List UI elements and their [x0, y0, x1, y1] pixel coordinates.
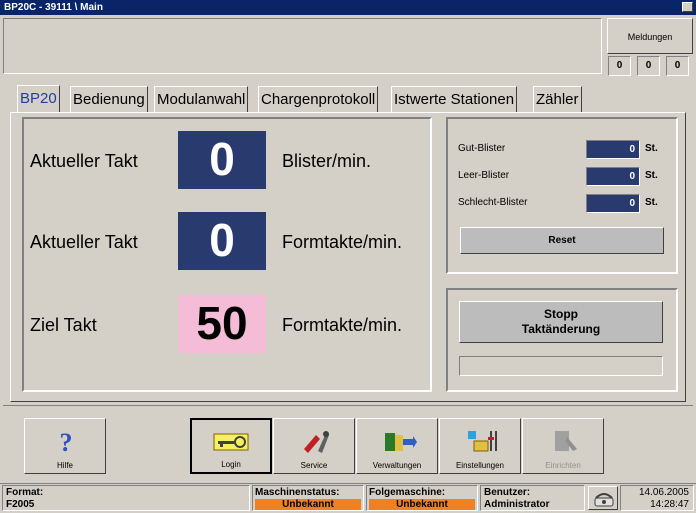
folders-icon: [357, 427, 437, 453]
format-value: F2005: [6, 499, 35, 510]
wrench-icon: [523, 427, 603, 453]
window-title-bar: BP20C - 39111 \ Main: [0, 0, 696, 15]
stopp-label: Stopp: [544, 307, 578, 321]
ziel-takt-label: Ziel Takt: [30, 315, 97, 335]
meldungen-count-2: 0: [637, 56, 660, 76]
hilfe-button[interactable]: ? Hilfe: [24, 418, 106, 474]
svg-text:?: ?: [60, 428, 73, 455]
verwaltungen-button[interactable]: Verwaltungen: [356, 418, 438, 474]
leer-blister-value: 0: [586, 167, 640, 186]
gut-blister-label: Gut-Blister: [458, 143, 506, 154]
datetime-field: 14.06.2005 14:28:47: [620, 485, 694, 511]
einrichten-button[interactable]: Einrichten: [522, 418, 604, 474]
service-label: Service: [300, 461, 328, 470]
reset-button[interactable]: Reset: [460, 227, 664, 254]
meldungen-button[interactable]: Meldungen: [607, 18, 693, 54]
gut-blister-unit: St.: [645, 143, 658, 154]
tab-zaehler[interactable]: Zähler: [533, 86, 582, 112]
phone-icon: [593, 490, 615, 513]
formtakte-unit-label-2: Formtakte/min.: [282, 315, 403, 335]
aktueller-takt-blister-value: 0: [178, 131, 266, 189]
aktueller-takt-label-2: Aktueller Takt: [30, 232, 138, 252]
key-icon: [192, 428, 270, 454]
blister-unit-label: Blister/min.: [282, 151, 372, 171]
tab-modulanwahl[interactable]: Modulanwahl: [154, 86, 249, 112]
folgemaschine-label: Folgemaschine:: [369, 487, 446, 498]
hilfe-label: Hilfe: [56, 461, 73, 470]
tab-chargenprotokoll[interactable]: Chargenprotokoll: [258, 86, 379, 112]
maximize-button[interactable]: [682, 2, 693, 12]
date-value: 14.06.2005: [638, 487, 689, 498]
maschinenstatus-label: Maschinenstatus:: [255, 487, 340, 498]
phone-button[interactable]: [588, 486, 618, 510]
tools-icon: [274, 427, 354, 453]
window-title: BP20C - 39111 \ Main: [4, 2, 103, 13]
einstellungen-label: Einstellungen: [455, 461, 505, 470]
format-field: Format: F2005: [2, 485, 250, 511]
einrichten-label: Einrichten: [545, 461, 581, 470]
stopp-taktaenderung-button[interactable]: Stopp Taktänderung: [459, 301, 663, 343]
leer-blister-label: Leer-Blister: [458, 170, 510, 181]
question-mark-icon: ?: [25, 427, 105, 457]
settings-icon: [440, 427, 520, 453]
formtakte-unit-label-1: Formtakte/min.: [282, 232, 403, 252]
folgemaschine-field: Folgemaschine: Unbekannt: [366, 485, 478, 511]
aktueller-takt-label-1: Aktueller Takt: [30, 151, 138, 171]
login-label: Login: [221, 460, 241, 469]
maschinenstatus-value: Unbekannt: [255, 499, 361, 510]
status-divider: [0, 483, 696, 484]
benutzer-field: Benutzer: Administrator: [480, 485, 585, 511]
gut-blister-value: 0: [586, 140, 640, 159]
meldungen-label: Meldungen: [627, 32, 673, 42]
schlecht-blister-unit: St.: [645, 197, 658, 208]
login-button[interactable]: Login: [190, 418, 272, 474]
einstellungen-button[interactable]: Einstellungen: [439, 418, 521, 474]
tab-bp20[interactable]: BP20: [17, 85, 60, 113]
stopp-progress-field: [459, 356, 663, 376]
tab-istwerte-stationen[interactable]: Istwerte Stationen: [391, 86, 518, 112]
tab-bedienung[interactable]: Bedienung: [70, 86, 148, 112]
leer-blister-unit: St.: [645, 170, 658, 181]
verwaltungen-label: Verwaltungen: [372, 461, 422, 470]
service-button[interactable]: Service: [273, 418, 355, 474]
folgemaschine-value: Unbekannt: [369, 499, 475, 510]
aktueller-takt-formtakte-value: 0: [178, 212, 266, 270]
taktaenderung-label: Taktänderung: [521, 322, 601, 336]
meldungen-count-3: 0: [666, 56, 689, 76]
meldungen-count-1: 0: [608, 56, 631, 76]
header-area: [3, 18, 602, 74]
schlecht-blister-label: Schlecht-Blister: [458, 197, 528, 208]
benutzer-value: Administrator: [484, 499, 550, 510]
ziel-takt-value[interactable]: 50: [178, 295, 266, 353]
time-value: 14:28:47: [650, 499, 689, 510]
format-label: Format:: [6, 487, 44, 498]
schlecht-blister-value: 0: [586, 194, 640, 213]
benutzer-label: Benutzer:: [484, 487, 531, 498]
maschinenstatus-field: Maschinenstatus: Unbekannt: [252, 485, 364, 511]
